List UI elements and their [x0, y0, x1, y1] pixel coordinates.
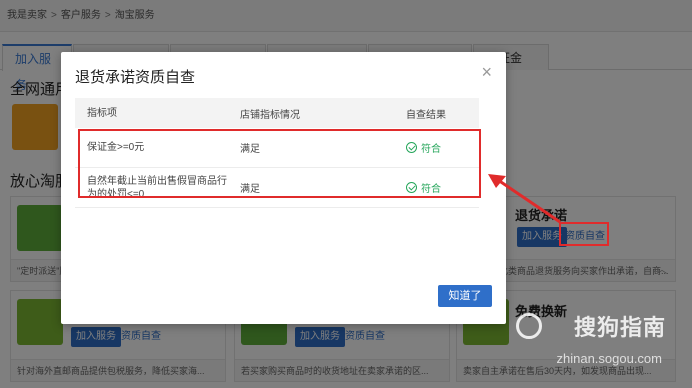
table-header: 指标项 店铺指标情况 自查结果	[75, 98, 479, 128]
header-criteria: 指标项	[87, 107, 117, 119]
header-result: 自查结果	[406, 109, 446, 121]
sogou-logo-icon	[516, 313, 542, 339]
got-it-button[interactable]: 知道了	[438, 285, 492, 307]
close-icon[interactable]: ×	[481, 62, 492, 83]
header-store-status: 店铺指标情况	[240, 109, 300, 121]
watermark-brand: 搜狗指南	[573, 315, 666, 340]
annotation-highlight-check-link	[559, 222, 609, 246]
dialog-title: 退货承诺资质自查	[75, 69, 196, 86]
annotation-arrow-icon	[488, 174, 561, 224]
annotation-highlight-rows	[78, 129, 481, 198]
watermark-url: zhinan.sogou.com	[556, 351, 662, 366]
